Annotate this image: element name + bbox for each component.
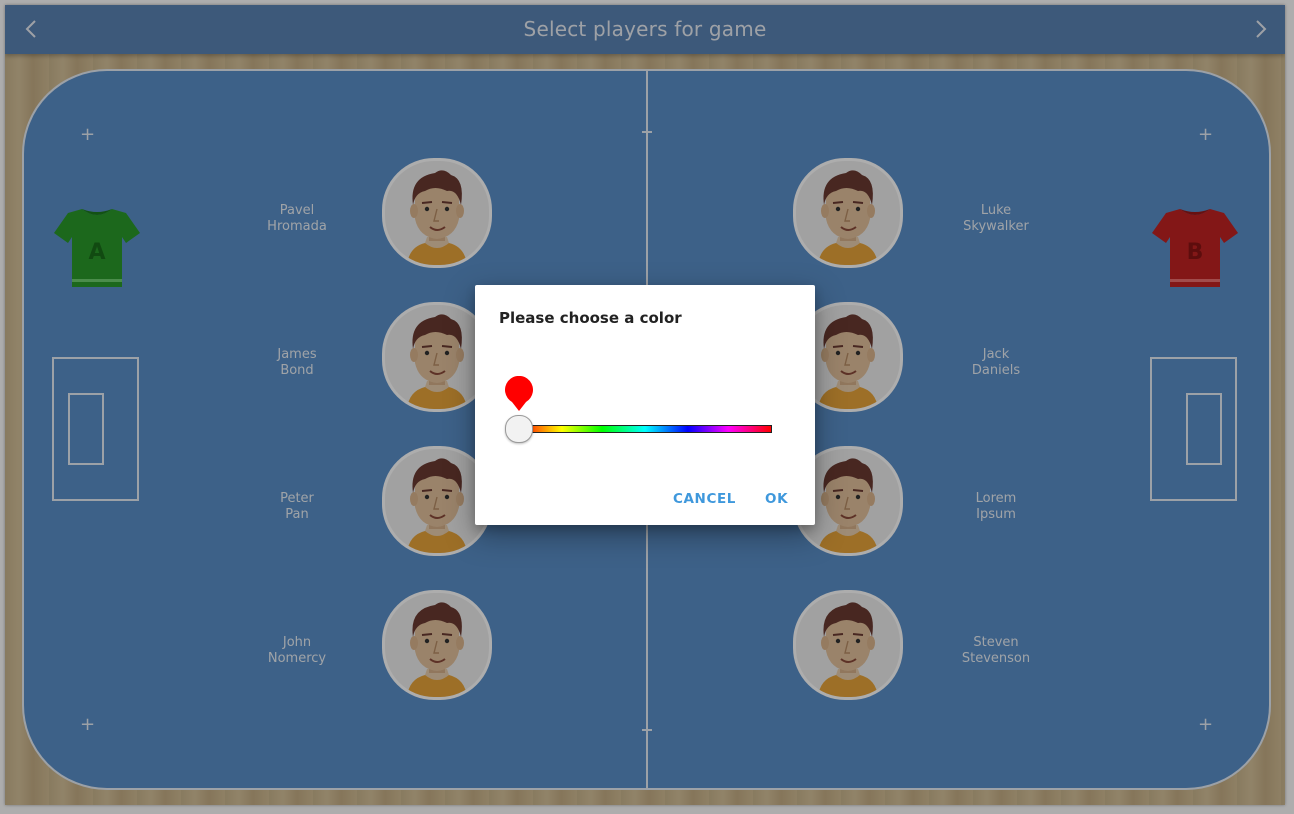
cancel-button[interactable]: CANCEL — [673, 491, 736, 507]
dialog-title: Please choose a color — [499, 309, 682, 327]
ok-button[interactable]: OK — [765, 491, 788, 507]
hue-slider-track[interactable] — [518, 425, 772, 433]
color-preview-bubble — [504, 376, 534, 412]
color-picker-dialog: Please choose a color CANCEL OK — [475, 285, 815, 525]
map-pin-icon — [505, 376, 533, 411]
hue-slider-thumb[interactable] — [505, 415, 533, 443]
